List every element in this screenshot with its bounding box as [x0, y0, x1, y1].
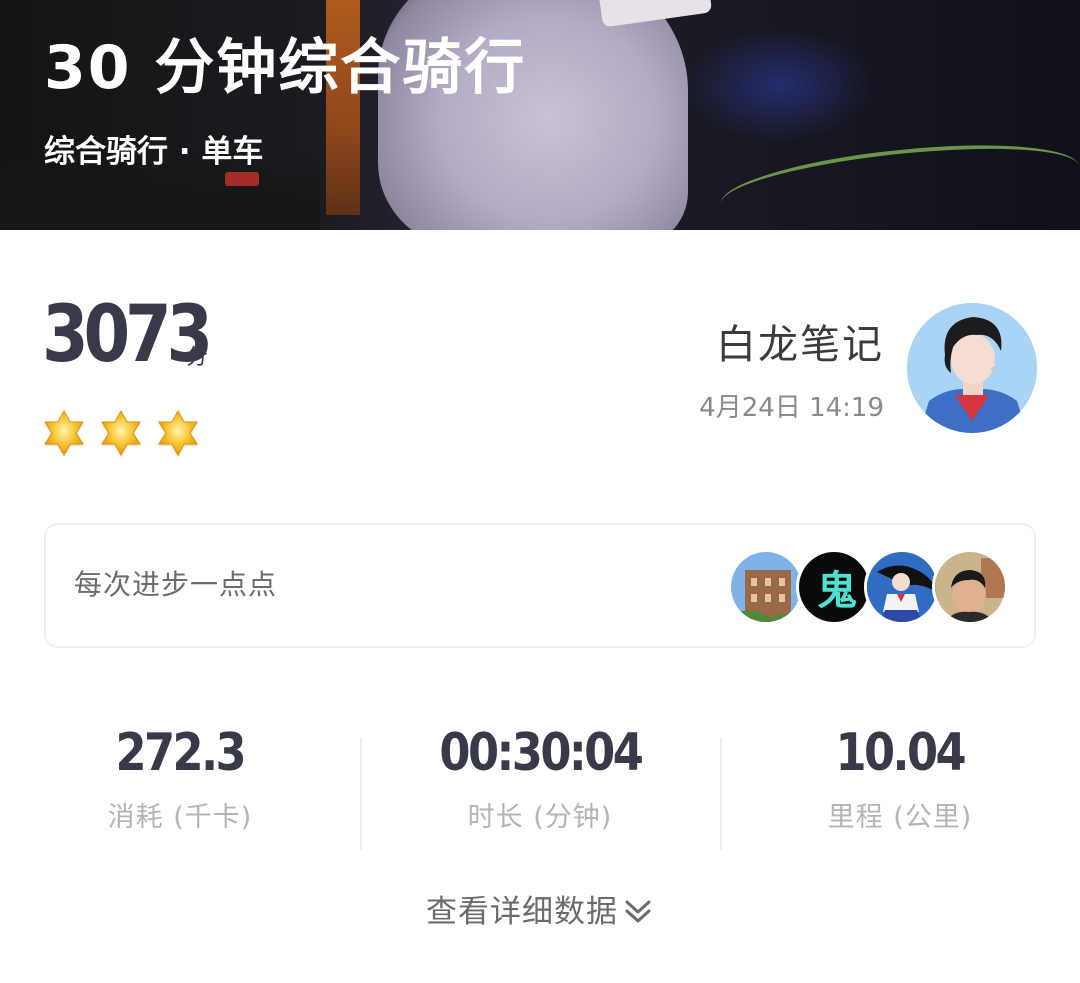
banner-blue-light [690, 30, 870, 140]
double-chevron-down-icon[interactable] [622, 896, 654, 928]
star-icon [44, 409, 84, 457]
liker-avatar-gui-icon[interactable]: 鬼 [796, 549, 872, 625]
workout-banner: 30 分钟综合骑行 综合骑行 · 单车 [0, 0, 1080, 230]
star-icon [158, 409, 198, 457]
user-name[interactable]: 白龙笔记 [716, 318, 884, 372]
gui-char: 鬼 [817, 567, 857, 614]
stat-label: 时长 (分钟) [467, 802, 613, 833]
motto-card[interactable]: 每次进步一点点 鬼 [44, 523, 1036, 648]
workout-subtitle: 综合骑行 · 单车 [44, 134, 264, 170]
stat-value: 272.3 [115, 723, 247, 783]
liker-avatar-list[interactable]: 鬼 [728, 549, 1008, 625]
banner-green-streak [717, 131, 1080, 230]
stat-label: 里程 (公里) [827, 802, 973, 833]
stat-value: 00:30:04 [439, 723, 643, 783]
liker-avatar-man-icon[interactable] [932, 549, 1008, 625]
stat-value: 10.04 [835, 723, 967, 783]
stats-row: 272.3 消耗 (千卡) 00:30:04 时长 (分钟) 10.04 里程 … [0, 720, 1080, 850]
liker-avatar-anime-icon[interactable] [864, 549, 940, 625]
user-avatar-icon[interactable] [907, 303, 1037, 433]
stat-label: 消耗 (千卡) [107, 802, 253, 833]
motto-text: 每次进步一点点 [74, 568, 278, 601]
workout-timestamp: 4月24日 14:19 [699, 393, 884, 423]
stat-calories: 272.3 消耗 (千卡) [0, 720, 360, 835]
star-rating [40, 409, 202, 457]
workout-title: 30 分钟综合骑行 [44, 33, 527, 103]
banner-bike-light [225, 172, 259, 186]
score-unit: 分 [186, 345, 209, 370]
liker-avatar-building-icon[interactable] [728, 549, 804, 625]
view-details-link[interactable]: 查看详细数据 [0, 890, 1080, 934]
stat-duration: 00:30:04 时长 (分钟) [360, 720, 720, 835]
score-value: 3073 [42, 290, 213, 380]
view-details-label[interactable]: 查看详细数据 [426, 890, 618, 934]
stat-distance: 10.04 里程 (公里) [720, 720, 1080, 835]
star-icon [101, 409, 141, 457]
